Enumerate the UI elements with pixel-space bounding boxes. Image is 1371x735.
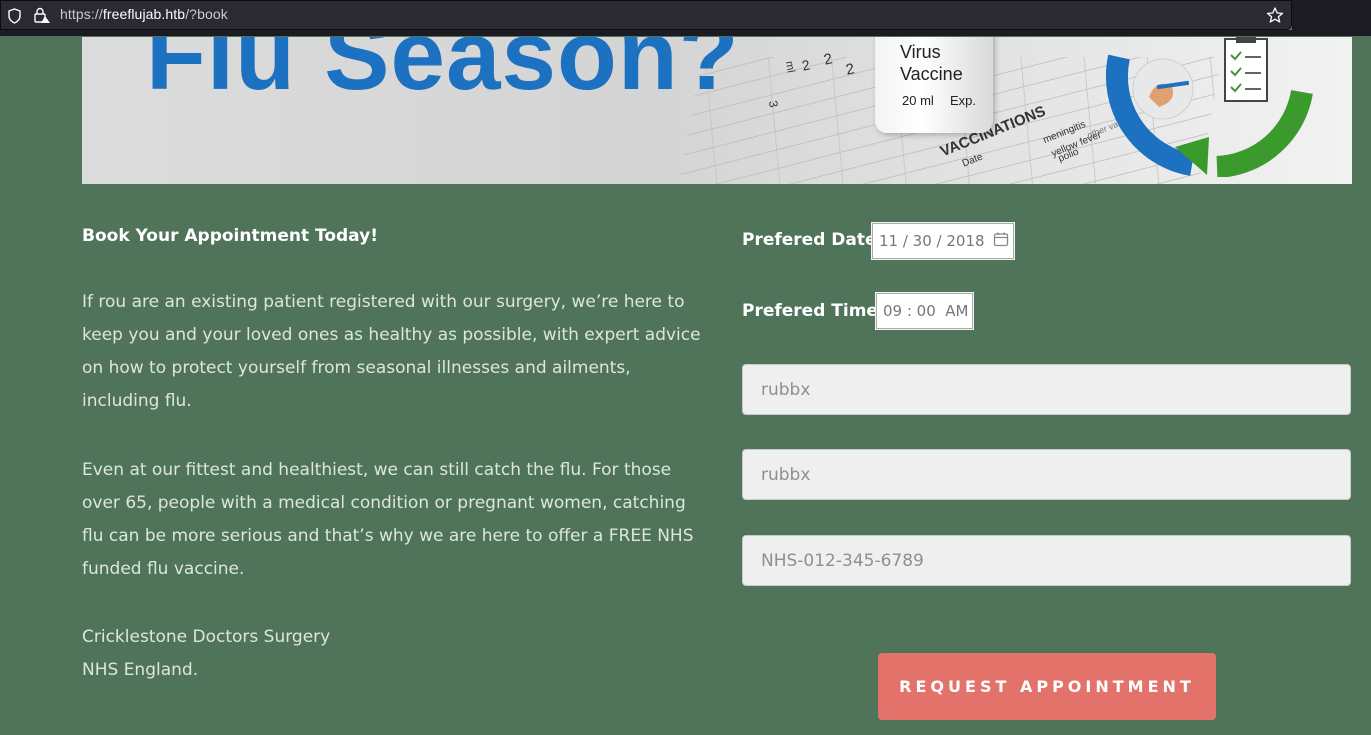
url-host: freeflujab.htb — [102, 6, 186, 22]
vaccination-cycle-icon — [1097, 37, 1317, 181]
request-appointment-button[interactable]: REQUEST APPOINTMENT — [878, 653, 1216, 720]
date-value: 11 / 30 / 2018 — [879, 232, 985, 250]
time-label: Prefered Time: — [742, 301, 885, 321]
lock-warning-icon[interactable] — [33, 7, 51, 28]
time-value: 09 : 00 AM — [883, 302, 969, 320]
bottle-volume: 20 ml — [902, 93, 934, 108]
nhs-number-field[interactable] — [742, 535, 1351, 586]
date-label: Prefered Date: — [742, 230, 884, 250]
organisation-name: NHS England. — [82, 660, 199, 680]
bottle-label-2: Vaccine — [900, 64, 963, 84]
url-scheme: https:// — [60, 6, 103, 22]
address-bar[interactable]: https://freeflujab.htb/?book — [0, 0, 1292, 30]
intro-paragraph: If rou are an existing patient registere… — [82, 292, 701, 411]
browser-toolbar-border — [0, 30, 1292, 36]
shield-icon[interactable] — [7, 8, 22, 28]
surgery-name: Cricklestone Doctors Surgery — [82, 627, 331, 647]
browser-toolbar-end — [1292, 0, 1371, 36]
hero-banner: VACCINATIONS Date meningitis yellow feve… — [82, 37, 1352, 184]
flu-info-paragraph: Even at our fittest and healthiest, we c… — [82, 460, 694, 579]
url-text[interactable]: https://freeflujab.htb/?book — [60, 6, 228, 22]
booking-heading: Book Your Appointment Today! — [82, 226, 378, 246]
date-input[interactable]: 11 / 30 / 2018 — [872, 223, 1014, 259]
bookmark-star-icon[interactable] — [1266, 7, 1284, 28]
syringe-mark-unit: ml — [782, 60, 797, 74]
calendar-icon[interactable] — [993, 231, 1009, 251]
bottle-exp: Exp. — [950, 93, 977, 108]
banner-headline: Flu Season? — [146, 37, 740, 110]
time-input[interactable]: 09 : 00 AM — [876, 293, 973, 329]
first-name-field[interactable] — [742, 364, 1351, 415]
bottle-label-1: Virus — [900, 42, 941, 62]
url-path: /?book — [185, 6, 228, 22]
last-name-field[interactable] — [742, 449, 1351, 500]
